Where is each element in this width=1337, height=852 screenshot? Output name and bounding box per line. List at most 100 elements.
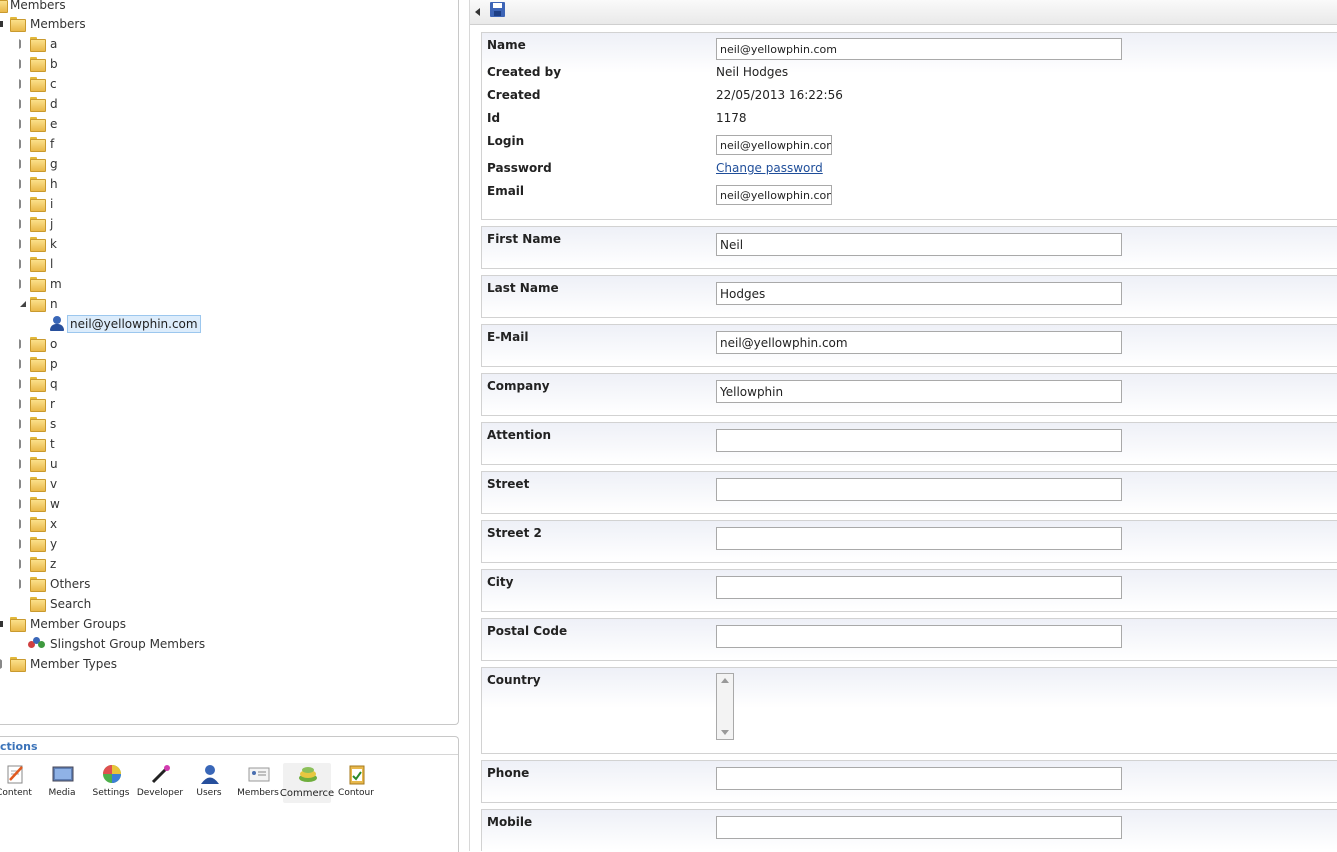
section-label: Settings	[92, 788, 130, 798]
expand-icon[interactable]	[19, 514, 29, 534]
section-settings[interactable]: Settings	[87, 763, 135, 803]
tree-node-letter-l[interactable]: l	[0, 254, 200, 274]
tree-node-letter-y[interactable]: y	[0, 534, 200, 554]
tree-node-member-types[interactable]: Member Types	[0, 654, 250, 674]
email-login-field[interactable]: neil@yellowphin.com	[716, 185, 832, 205]
company-field[interactable]: Yellowphin	[716, 380, 1122, 403]
tree-node-letter-a[interactable]: a	[0, 34, 200, 54]
phone-field[interactable]	[716, 767, 1122, 790]
country-select[interactable]	[716, 673, 734, 740]
expand-icon[interactable]	[19, 574, 29, 594]
tree-node-letter-f[interactable]: f	[0, 134, 200, 154]
section-users[interactable]: Users	[185, 763, 233, 803]
tree-node-member-groups[interactable]: Member Groups	[0, 614, 250, 634]
street-field[interactable]	[716, 478, 1122, 501]
expand-icon[interactable]	[19, 254, 29, 274]
section-commerce[interactable]: Commerce	[280, 763, 334, 803]
tree-node-letter-b[interactable]: b	[0, 54, 200, 74]
tree-node-letter-q[interactable]: q	[0, 374, 200, 394]
folder-icon	[30, 477, 46, 492]
tree-node-letter-c[interactable]: c	[0, 74, 200, 94]
city-field[interactable]	[716, 576, 1122, 599]
expand-icon[interactable]	[19, 434, 29, 454]
tree-root-members[interactable]: Members	[0, 0, 200, 15]
expand-icon[interactable]	[19, 414, 29, 434]
tree-node-letter-s[interactable]: s	[0, 414, 200, 434]
folder-icon	[30, 37, 46, 52]
expand-icon[interactable]	[19, 74, 29, 94]
tree-node-letter-j[interactable]: j	[0, 214, 200, 234]
street2-field[interactable]	[716, 527, 1122, 550]
tree-node-label: Search	[50, 597, 92, 611]
collapse-arrow-icon[interactable]	[475, 8, 480, 16]
collapse-icon[interactable]	[0, 614, 10, 634]
collapse-icon[interactable]	[19, 294, 29, 314]
developer-icon	[151, 765, 170, 784]
email-field[interactable]: neil@yellowphin.com	[716, 331, 1122, 354]
properties-panel: Name neil@yellowphin.com Created by Neil…	[481, 32, 1337, 220]
section-members[interactable]: Members	[234, 763, 282, 803]
tree-node-letter-k[interactable]: k	[0, 234, 200, 254]
expand-icon[interactable]	[19, 214, 29, 234]
expand-icon[interactable]	[19, 454, 29, 474]
expand-icon[interactable]	[19, 114, 29, 134]
tree-node-label: o	[50, 337, 58, 351]
tree-node-letter-r[interactable]: r	[0, 394, 200, 414]
expand-icon[interactable]	[19, 274, 29, 294]
mobile-field[interactable]	[716, 816, 1122, 839]
tree-node-letter-t[interactable]: t	[0, 434, 200, 454]
expand-icon[interactable]	[19, 154, 29, 174]
tree-node-letter-o[interactable]: o	[0, 334, 200, 354]
expand-icon[interactable]	[19, 554, 29, 574]
tree-node-letter-u[interactable]: u	[0, 454, 200, 474]
expand-icon[interactable]	[19, 134, 29, 154]
tree-node-letter-v[interactable]: v	[0, 474, 200, 494]
tree-node-letter-n[interactable]: n	[0, 294, 200, 314]
members-icon	[248, 767, 270, 782]
section-content[interactable]: Content	[0, 763, 38, 803]
last-name-field[interactable]: Hodges	[716, 282, 1122, 305]
expand-icon[interactable]	[19, 354, 29, 374]
folder-icon	[10, 617, 26, 632]
tree-node-member-selected[interactable]: neil@yellowphin.com	[0, 314, 220, 334]
tree-node-slingshot-group[interactable]: Slingshot Group Members	[0, 634, 250, 654]
tree-node-letter-i[interactable]: i	[0, 194, 200, 214]
name-field[interactable]: neil@yellowphin.com	[716, 38, 1122, 60]
tree-node-search[interactable]: Search	[0, 594, 200, 614]
expand-icon[interactable]	[19, 494, 29, 514]
expand-icon[interactable]	[19, 534, 29, 554]
change-password-link[interactable]: Change password	[716, 161, 823, 175]
tree-node-letter-x[interactable]: x	[0, 514, 200, 534]
section-developer[interactable]: Developer	[136, 763, 184, 803]
section-contour[interactable]: Contour	[332, 763, 380, 803]
expand-icon[interactable]	[19, 234, 29, 254]
section-media[interactable]: Media	[38, 763, 86, 803]
login-field[interactable]: neil@yellowphin.com	[716, 135, 832, 155]
expand-icon[interactable]	[19, 194, 29, 214]
expand-icon[interactable]	[19, 94, 29, 114]
expand-icon[interactable]	[19, 474, 29, 494]
tree-node-letter-e[interactable]: e	[0, 114, 200, 134]
postal-code-field[interactable]	[716, 625, 1122, 648]
expand-icon[interactable]	[19, 34, 29, 54]
save-icon[interactable]	[490, 2, 505, 17]
tree-node-letter-g[interactable]: g	[0, 154, 200, 174]
expand-icon[interactable]	[19, 174, 29, 194]
collapse-icon[interactable]	[0, 14, 10, 34]
expand-icon[interactable]	[19, 394, 29, 414]
expand-icon[interactable]	[19, 374, 29, 394]
tree-node-members[interactable]: Members	[0, 14, 200, 34]
tree-node-letter-w[interactable]: w	[0, 494, 200, 514]
expand-icon[interactable]	[0, 654, 10, 674]
expand-icon[interactable]	[19, 54, 29, 74]
tree-node-others[interactable]: Others	[0, 574, 200, 594]
attention-field[interactable]	[716, 429, 1122, 452]
expand-icon[interactable]	[19, 334, 29, 354]
tree-node-letter-d[interactable]: d	[0, 94, 200, 114]
tree-node-letter-h[interactable]: h	[0, 174, 200, 194]
tree-node-letter-p[interactable]: p	[0, 354, 200, 374]
folder-icon	[30, 437, 46, 452]
first-name-field[interactable]: Neil	[716, 233, 1122, 256]
tree-node-letter-z[interactable]: z	[0, 554, 200, 574]
tree-node-letter-m[interactable]: m	[0, 274, 200, 294]
